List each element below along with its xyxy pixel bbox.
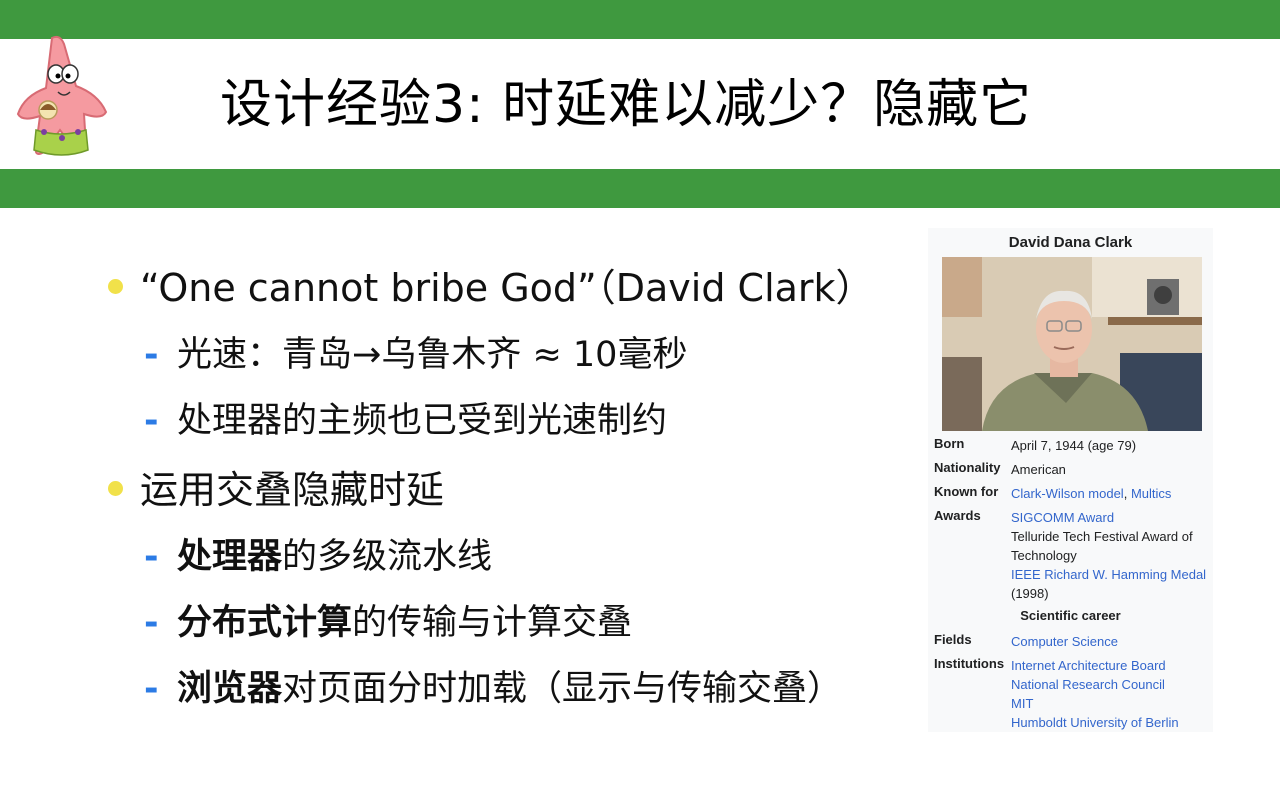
institution-link[interactable]: National Research Council bbox=[1011, 675, 1211, 694]
dash-icon: - bbox=[144, 401, 159, 441]
infobox-row-born: Born April 7, 1944 (age 79) bbox=[934, 436, 1209, 455]
born-value: April 7, 1944 (age 79) bbox=[1011, 438, 1137, 453]
telluride-award-text: Telluride Tech Festival Award of Technol… bbox=[1011, 529, 1193, 563]
nationality-label: Nationality bbox=[934, 460, 1001, 475]
hamming-medal-link[interactable]: IEEE Richard W. Hamming Medal bbox=[1011, 567, 1206, 582]
institution-link[interactable]: Humboldt University of Berlin bbox=[1011, 713, 1211, 732]
sub-bullet-text: 处理器的多级流水线 bbox=[177, 532, 492, 582]
bullet-dot-icon bbox=[108, 481, 123, 496]
sub-bullet-bold: 浏览器 bbox=[177, 669, 283, 709]
bullet-text: 运用交叠隐藏时延 bbox=[140, 468, 445, 512]
clark-wilson-link[interactable]: Clark-Wilson model bbox=[1011, 486, 1124, 501]
title-underline-bar bbox=[0, 169, 1280, 208]
portrait-photo-icon bbox=[942, 257, 1202, 431]
known-for-separator: , bbox=[1123, 486, 1131, 501]
institutions-label: Institutions bbox=[934, 656, 1005, 671]
awards-label: Awards bbox=[934, 508, 981, 523]
sub-bullet-text: 处理器的主频也已受到光速制约 bbox=[177, 396, 667, 446]
sigcomm-award-link[interactable]: SIGCOMM Award bbox=[1011, 508, 1211, 527]
dash-icon: - bbox=[144, 335, 159, 375]
known-for-label: Known for bbox=[934, 484, 999, 499]
top-accent-bar bbox=[0, 0, 1280, 39]
wikipedia-infobox: David Dana Clark Born April 7, 1944 (age… bbox=[928, 228, 1213, 732]
sub-bullet-text: 浏览器对页面分时加载（显示与传输交叠） bbox=[177, 664, 842, 714]
sub-bullet-rest: 的传输与计算交叠 bbox=[352, 603, 633, 643]
sub-bullet-rest: 光速：青岛→乌鲁木齐 ≈ 10毫秒 bbox=[177, 335, 688, 375]
infobox-row-nationality: Nationality American bbox=[934, 460, 1209, 479]
bullet-text: “One cannot bribe God”（David Clark） bbox=[140, 266, 874, 310]
born-label: Born bbox=[934, 436, 965, 451]
infobox-name: David Dana Clark bbox=[1008, 234, 1133, 251]
nationality-value: American bbox=[1011, 462, 1066, 477]
computer-science-link[interactable]: Computer Science bbox=[1011, 632, 1211, 651]
dash-icon: - bbox=[144, 669, 159, 709]
institution-link[interactable]: Internet Architecture Board bbox=[1011, 656, 1211, 675]
sub-bullet-bold: 分布式计算 bbox=[177, 603, 353, 643]
infobox-row-institutions: Institutions Internet Architecture Board… bbox=[934, 656, 1209, 732]
awards-value: SIGCOMM Award Telluride Tech Festival Aw… bbox=[1011, 508, 1211, 603]
sub-bullet-rest: 对页面分时加载（显示与传输交叠） bbox=[282, 669, 843, 709]
dash-icon: - bbox=[144, 537, 159, 577]
sub-bullet-rest: 处理器的主频也已受到光速制约 bbox=[177, 401, 668, 441]
infobox-row-awards: Awards SIGCOMM Award Telluride Tech Fest… bbox=[934, 508, 1209, 608]
known-for-value: Clark-Wilson model, Multics bbox=[1011, 484, 1211, 503]
scientific-career-heading: Scientific career bbox=[1020, 608, 1121, 623]
institution-link[interactable]: MIT bbox=[1011, 694, 1211, 713]
patrick-star-icon bbox=[14, 34, 110, 162]
slide-title: 设计经验3: 时延难以减少？隐藏它 bbox=[220, 75, 1033, 135]
sub-bullet-text: 分布式计算的传输与计算交叠 bbox=[177, 598, 632, 648]
fields-label: Fields bbox=[934, 632, 972, 647]
sub-bullet-text: 光速：青岛→乌鲁木齐 ≈ 10毫秒 bbox=[177, 330, 687, 380]
sub-bullet-rest: 的多级流水线 bbox=[282, 537, 493, 577]
multics-link[interactable]: Multics bbox=[1131, 486, 1171, 501]
infobox-row-known-for: Known for Clark-Wilson model, Multics bbox=[934, 484, 1209, 503]
hamming-medal-year: (1998) bbox=[1011, 586, 1049, 601]
dash-icon: - bbox=[144, 603, 159, 643]
sub-bullet-bold: 处理器 bbox=[177, 537, 283, 577]
institutions-value: Internet Architecture Board National Res… bbox=[1011, 656, 1211, 732]
infobox-row-fields: Fields Computer Science bbox=[934, 632, 1209, 651]
bullet-dot-icon bbox=[108, 279, 123, 294]
